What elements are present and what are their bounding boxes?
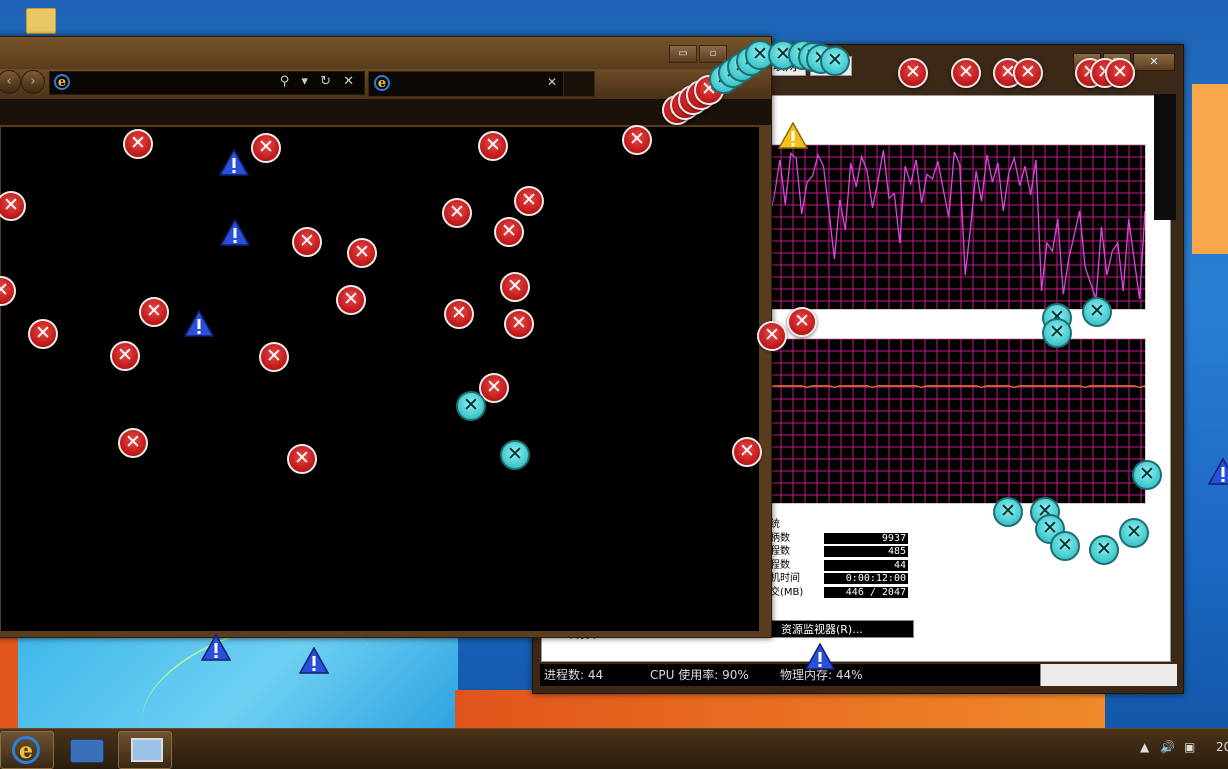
browser-command-bar [0,99,771,126]
error-icon[interactable]: ✕ [442,198,472,228]
cyan-x-icon[interactable]: ✕ [1082,297,1112,327]
system-tray: ▲ 🔊 ▣ 20 [1128,729,1228,769]
error-icon[interactable]: ✕ [28,319,58,349]
tab-close-icon[interactable]: ✕ [547,75,557,89]
stat-label: 交(MB) [770,587,804,598]
cyan-x-icon[interactable]: ✕ [1119,518,1149,548]
stat-value: 44 [824,560,908,571]
ie-tab-icon: e [374,75,390,91]
desktop-wallpaper-patch [455,690,1105,728]
error-icon[interactable]: ✕ [139,297,169,327]
error-icon[interactable]: ✕ [444,299,474,329]
browser-tab[interactable]: e ✕ [368,71,564,97]
address-bar[interactable]: e ⚲ ▾ ↻ ✕ [49,71,365,95]
error-icon[interactable]: ✕ [110,341,140,371]
error-icon[interactable]: ✕ [898,58,928,88]
cyan-x-icon[interactable]: ✕ [820,46,850,76]
taskbar-fax-button[interactable] [60,731,112,767]
folder-icon[interactable] [26,8,56,34]
browser-page-content [1,127,759,631]
error-icon[interactable]: ✕ [1105,58,1135,88]
taskbar-taskmgr-button[interactable] [118,731,172,769]
error-icon[interactable]: ✕ [287,444,317,474]
error-icon[interactable]: ✕ [1013,58,1043,88]
error-icon[interactable]: ✕ [478,131,508,161]
error-icon[interactable]: ✕ [500,272,530,302]
error-icon[interactable]: ✕ [951,58,981,88]
tray-expand-icon[interactable]: ▲ [1140,740,1149,754]
error-icon[interactable]: ✕ [123,129,153,159]
tm-status-bar: 进程数: 44 CPU 使用率: 90% 物理内存: 44% [540,664,1040,686]
forward-arrow-icon[interactable]: › [21,70,45,94]
error-icon[interactable]: ✕ [347,238,377,268]
memory-history-chart [769,339,1145,503]
cyan-x-icon[interactable]: ✕ [456,391,486,421]
desktop-wallpaper-patch [0,630,18,728]
stat-value: 9937 [824,533,908,544]
tray-clock[interactable]: 20 [1216,740,1228,754]
error-icon[interactable]: ✕ [292,227,322,257]
ie-page-icon: e [54,74,70,90]
error-icon[interactable]: ✕ [336,285,366,315]
stat-value: 0:00:12:00 [824,573,908,584]
new-tab-button[interactable] [563,71,595,97]
status-cpu: CPU 使用率: 90% [650,668,749,682]
error-icon[interactable]: ✕ [118,428,148,458]
cpu-history-chart [769,145,1145,309]
monitor-icon [131,738,163,762]
address-tools[interactable]: ⚲ ▾ ↻ ✕ [280,74,358,89]
desktop-wallpaper-patch [1192,84,1228,254]
browser-titlebar[interactable]: ▭ ▫ [0,37,771,67]
error-icon[interactable]: ✕ [757,321,787,351]
taskbar: e ▲ 🔊 ▣ 20 [0,728,1228,769]
close-button[interactable]: ✕ [1133,53,1175,71]
tm-side-strip [1154,94,1176,220]
status-bar-filler [1040,664,1177,686]
error-icon[interactable]: ✕ [514,186,544,216]
browser-window: ▭ ▫ ‹ › e ⚲ ▾ ↻ ✕ e ✕ [0,36,772,638]
cyan-x-icon[interactable]: ✕ [500,440,530,470]
stat-value: 446 / 2047 [824,587,908,598]
stat-label: 程数 [770,560,790,571]
cyan-x-icon[interactable]: ✕ [1042,318,1072,348]
stat-label: 机时间 [770,573,800,584]
error-icon[interactable]: ✕ [622,125,652,155]
stat-label: 程数 [770,546,790,557]
cpu-history-graph [768,144,1146,310]
printer-fax-icon [70,739,104,763]
error-icon[interactable]: ✕ [251,133,281,163]
error-icon[interactable]: ✕ [494,217,524,247]
cyan-x-icon[interactable]: ✕ [1089,535,1119,565]
error-icon[interactable]: ✕ [259,342,289,372]
minimize-button[interactable]: ▭ [669,45,697,63]
cyan-x-icon[interactable]: ✕ [1050,531,1080,561]
volume-icon[interactable]: 🔊 [1160,740,1175,754]
network-icon[interactable]: ▣ [1184,740,1195,754]
desktop-wallpaper-patch [18,630,458,728]
status-processes: 进程数: 44 [544,668,604,682]
taskbar-ie-button[interactable]: e [0,731,54,769]
error-icon[interactable]: ✕ [504,309,534,339]
cyan-x-icon[interactable]: ✕ [1132,460,1162,490]
error-icon[interactable]: ✕ [787,307,817,337]
cyan-x-icon[interactable]: ✕ [993,497,1023,527]
stat-label: 柄数 [770,533,790,544]
error-icon[interactable]: ✕ [732,437,762,467]
browser-window-controls: ▭ ▫ [669,45,727,63]
ie-icon: e [12,736,40,764]
memory-history-graph [768,338,1146,504]
system-stats: 统 柄数 9937 程数 485 程数 44 机时间 0:00:12:00 交(… [770,518,916,606]
stat-value: 485 [824,546,908,557]
